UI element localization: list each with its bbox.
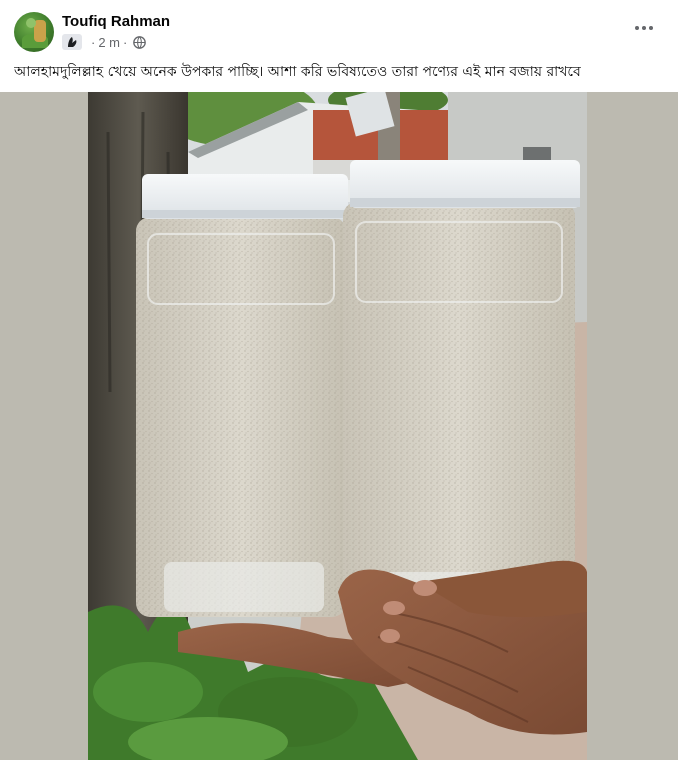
post-header: Toufiq Rahman · 2 m · (0, 0, 678, 58)
more-options-icon (649, 26, 653, 30)
more-options-icon (642, 26, 646, 30)
photo-illustration (88, 92, 587, 760)
photo-frame (0, 92, 678, 760)
more-options-icon (635, 26, 639, 30)
author-name[interactable]: Toufiq Rahman (62, 13, 170, 30)
avatar-shape (26, 18, 36, 28)
meta-separator: · (123, 34, 128, 50)
post-caption: আলহামদুলিল্লাহ খেয়ে অনেক উপকার পাচ্ছি। … (14, 64, 581, 80)
more-options-button[interactable] (630, 18, 658, 38)
globe-icon[interactable] (133, 35, 147, 49)
post-photo[interactable] (88, 92, 587, 760)
post-time[interactable]: 2 m (98, 35, 120, 50)
meta-separator: · (91, 34, 96, 50)
post-meta: · 2 m · (62, 33, 147, 51)
avatar[interactable] (14, 12, 54, 52)
group-badge-icon (62, 34, 82, 50)
